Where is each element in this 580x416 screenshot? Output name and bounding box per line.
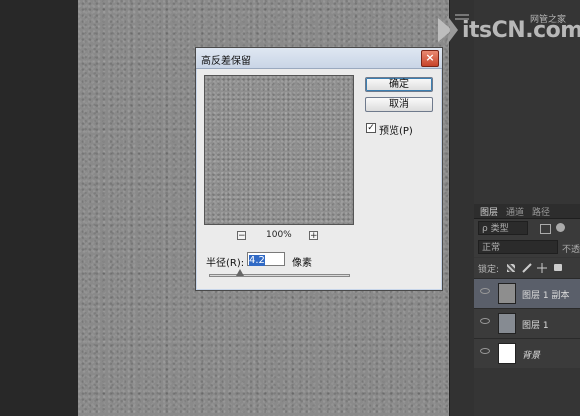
watermark-subtext: 网管之家 [530,15,567,25]
lock-row: 锁定: [474,258,580,278]
layer-thumbnail [498,343,516,364]
radius-value: 4.2 [249,255,265,266]
tab-layers[interactable]: 图层 [480,205,498,218]
layer-name: 背景 [522,351,541,361]
filter-pixel-icon[interactable] [540,224,551,234]
filter-preview[interactable] [204,75,354,225]
high-pass-dialog: 高反差保留 × − 100% + 确定 取消 ✓ 预览(P) 半径(R): 4.… [195,47,443,291]
zoom-out-button[interactable]: − [237,231,246,241]
site-watermark: itsCN.com 网管之家 [432,6,580,56]
layer-filter-row: ρ 类型 [474,219,580,238]
radius-label: 半径(R): [206,258,245,269]
radius-slider-thumb[interactable] [236,269,245,276]
layer-thumbnail [498,313,516,334]
left-dark-margin [0,0,78,416]
preview-label: 预览(P) [379,126,413,137]
lock-transparent-icon[interactable] [507,264,515,272]
layer-row-copy[interactable]: 图层 1 副本 [474,278,580,308]
lock-label: 锁定: [478,265,500,275]
preview-checkbox[interactable]: ✓ [366,123,376,133]
tab-channels[interactable]: 通道 [506,205,524,218]
layers-panel-tabs: 图层 通道 路径 [474,204,580,219]
zoom-level: 100% [266,230,292,240]
radius-unit: 像素 [292,258,312,269]
layer-row-1[interactable]: 图层 1 [474,308,580,338]
layer-filter-select[interactable]: ρ 类型 [478,221,528,235]
filter-adjust-icon[interactable] [556,223,565,232]
radius-input[interactable]: 4.2 [247,252,285,266]
dialog-titlebar[interactable]: 高反差保留 × [196,48,442,69]
zoom-in-button[interactable]: + [309,231,318,241]
lock-move-icon[interactable] [537,263,547,273]
visibility-eye-icon[interactable] [480,288,490,294]
watermark-logo-icon [438,14,458,46]
opacity-label: 不透 [562,245,580,255]
close-icon[interactable]: × [421,50,439,67]
ok-button[interactable]: 确定 [365,77,433,92]
collapsed-panel-strip [450,0,474,416]
cancel-button[interactable]: 取消 [365,97,433,112]
layer-name: 图层 1 [522,321,549,331]
visibility-eye-icon[interactable] [480,318,490,324]
lock-brush-icon[interactable] [522,263,532,273]
blend-mode-select[interactable]: 正常 [478,240,558,254]
layer-name: 图层 1 副本 [522,291,570,301]
layer-row-background[interactable]: 背景 [474,338,580,368]
blend-row: 正常 不透 [474,238,580,257]
dialog-title: 高反差保留 [201,56,251,67]
tab-paths[interactable]: 路径 [532,205,550,218]
visibility-eye-icon[interactable] [480,348,490,354]
radius-slider-track[interactable] [209,274,350,277]
lock-all-icon[interactable] [554,264,562,271]
layer-thumbnail [498,283,516,304]
